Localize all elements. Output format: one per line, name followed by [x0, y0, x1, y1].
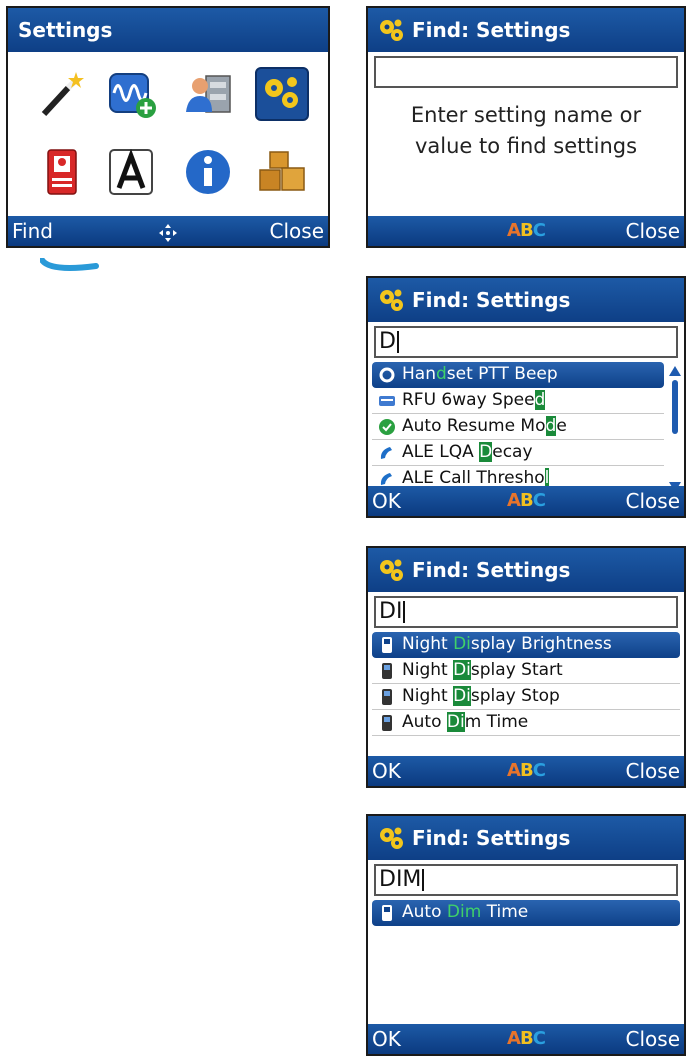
info-icon[interactable] [180, 144, 236, 200]
page-title: Find: Settings [412, 288, 571, 312]
boxes-icon[interactable] [254, 144, 310, 200]
id-badge-icon[interactable] [34, 144, 90, 200]
softkey-bar: OK ABC Close [368, 756, 684, 786]
softkey-bar: OK ABC Close [368, 1024, 684, 1054]
modem-icon [379, 396, 395, 406]
arrow-swoosh-icon [40, 258, 99, 271]
handset-icon [382, 905, 392, 921]
list-item[interactable]: Night Display Start [372, 658, 680, 684]
find-screen-dim: Find: Settings DIM Auto Dim Time OK ABC … [366, 814, 686, 1056]
results-list: Handset PTT Beep RFU 6way Speed Auto Res… [372, 362, 664, 492]
title-bar: Find: Settings [368, 816, 684, 860]
gears-icon [380, 827, 403, 849]
phone-icon [380, 447, 392, 459]
list-item[interactable]: RFU 6way Speed [372, 388, 664, 414]
close-softkey[interactable]: Close [626, 216, 680, 246]
results-list: Night Display Brightness Night Display S… [372, 632, 680, 736]
page-title: Find: Settings [412, 18, 571, 42]
handset-icon [382, 663, 392, 679]
list-item[interactable]: Night Display Stop [372, 684, 680, 710]
results-list: Auto Dim Time [372, 900, 680, 926]
list-item[interactable]: Handset PTT Beep [372, 362, 664, 388]
search-input[interactable]: D [374, 326, 678, 358]
title-bar: Find: Settings [368, 548, 684, 592]
gears-icon [380, 19, 403, 41]
close-softkey[interactable]: Close [626, 486, 680, 516]
close-softkey[interactable]: Close [270, 216, 324, 246]
gears-icon[interactable] [254, 66, 310, 122]
page-title: Find: Settings [412, 558, 571, 582]
list-item[interactable]: Auto Dim Time [372, 900, 680, 926]
waveform-add-icon[interactable] [104, 66, 160, 122]
gears-icon [380, 559, 403, 581]
softkey-bar: OK ABC Close [368, 486, 684, 516]
search-input[interactable]: DI [374, 596, 678, 628]
user-cabinet-icon[interactable] [180, 66, 236, 122]
title-bar: Find: Settings [368, 8, 684, 52]
check-circle-icon [379, 419, 395, 435]
search-input[interactable] [374, 56, 678, 88]
find-screen-d: Find: Settings D Handset PTT Beep RFU 6w… [366, 276, 686, 518]
softkey-bar: ABC Close [368, 216, 684, 246]
close-softkey[interactable]: Close [626, 756, 680, 786]
scrollbar[interactable] [668, 366, 682, 492]
list-item[interactable]: Auto Dim Time [372, 710, 680, 736]
handset-icon [382, 689, 392, 705]
wand-icon[interactable] [34, 66, 90, 122]
title-bar: Find: Settings [368, 278, 684, 322]
page-title: Settings [18, 18, 113, 42]
list-item[interactable]: ALE LQA Decay [372, 440, 664, 466]
search-hint: Enter setting name or value to find sett… [410, 103, 642, 158]
gear-icon [379, 367, 395, 383]
search-input[interactable]: DIM [374, 864, 678, 896]
font-a-icon[interactable] [104, 144, 160, 200]
page-title: Find: Settings [412, 826, 571, 850]
settings-screen: Settings Find Close [6, 6, 330, 248]
close-softkey[interactable]: Close [626, 1024, 680, 1054]
handset-icon [382, 637, 392, 653]
list-item[interactable]: Auto Resume Mode [372, 414, 664, 440]
find-screen-di: Find: Settings DI Night Display Brightne… [366, 546, 686, 788]
find-screen-empty: Find: Settings Enter setting name or val… [366, 6, 686, 248]
softkey-bar: Find Close [8, 216, 328, 246]
gears-icon [380, 289, 403, 311]
handset-icon [382, 715, 392, 731]
list-item[interactable]: Night Display Brightness [372, 632, 680, 658]
title-bar: Settings [8, 8, 328, 52]
